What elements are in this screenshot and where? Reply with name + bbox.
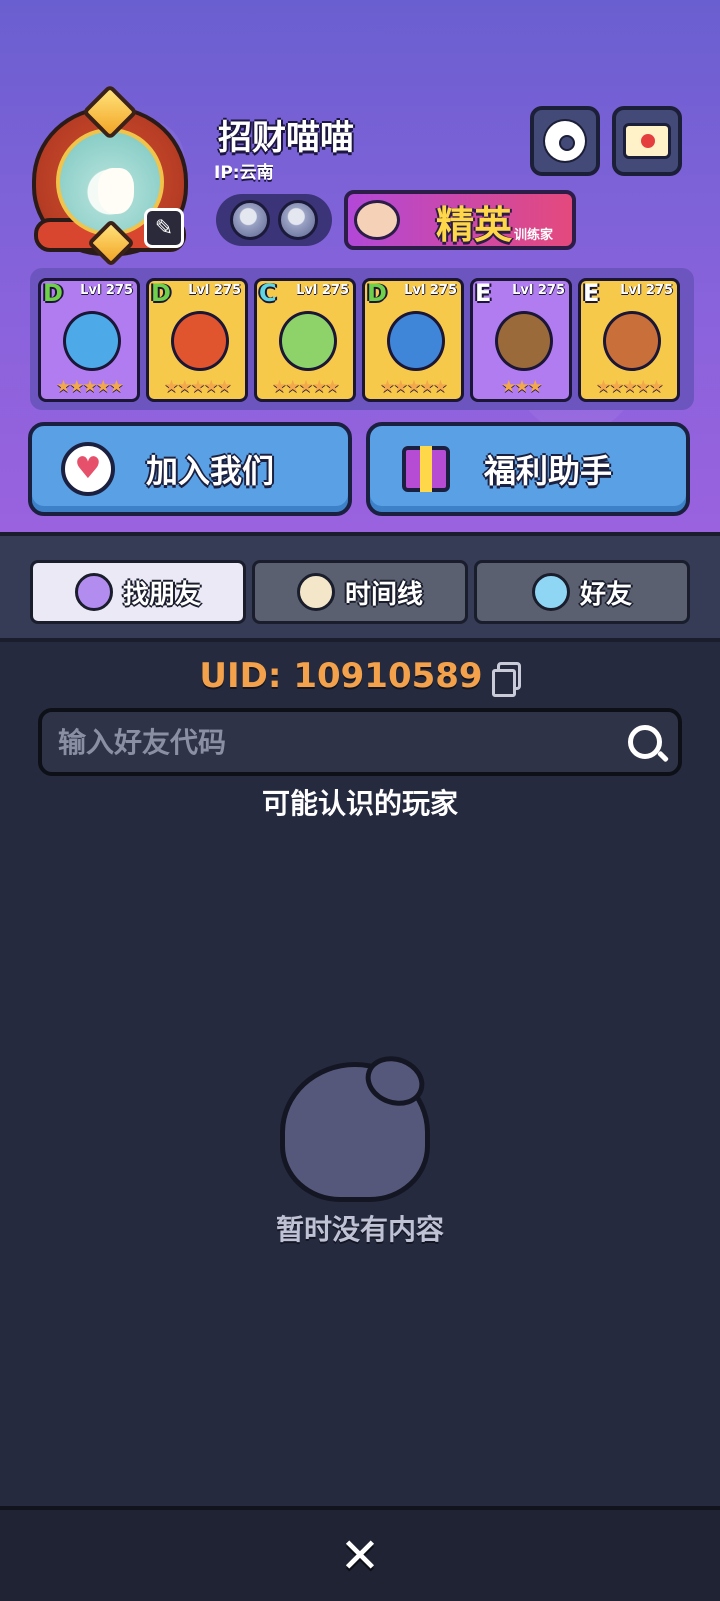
tab-label: 时间线 (344, 579, 423, 610)
pet-level: Lvl 275 (404, 283, 457, 298)
pet-stars: ★★★★★ (595, 377, 664, 397)
pet-level: Lvl 275 (80, 283, 133, 298)
mail-icon (623, 123, 671, 159)
pet-rank: D (151, 279, 171, 307)
pet-level: Lvl 275 (512, 283, 565, 298)
search-icon[interactable] (628, 725, 662, 759)
tab-find-friends[interactable]: 找朋友 (30, 560, 246, 624)
pet-level: Lvl 275 (296, 283, 349, 298)
pet-card[interactable]: C Lvl 275 ★★★★★ (254, 278, 356, 402)
player-ip: IP:云南 (214, 163, 274, 183)
pet-portrait (63, 311, 121, 371)
tab-bar: 找朋友 时间线 好友 (0, 532, 720, 642)
medal-icon (278, 200, 318, 240)
pet-level: Lvl 275 (620, 283, 673, 298)
mail-button[interactable] (612, 106, 682, 176)
pet-rank: E (475, 279, 492, 307)
pet-level: Lvl 275 (188, 283, 241, 298)
edit-icon[interactable]: ✎ (144, 208, 184, 248)
pet-stars: ★★★ (501, 377, 543, 397)
tab-label: 好友 (579, 579, 632, 610)
title-badge-sub: 训练家 (514, 228, 554, 243)
uid-text: UID: 10910589 (199, 656, 483, 696)
tab-label: 找朋友 (122, 579, 201, 610)
chat-bubble-icon (531, 573, 570, 611)
pet-card[interactable]: D Lvl 275 ★★★★★ (362, 278, 464, 402)
bottom-bar: ✕ (0, 1506, 720, 1601)
tab-friends[interactable]: 好友 (474, 560, 690, 624)
gift-icon (398, 441, 454, 497)
empty-ghost-icon (280, 1048, 432, 1202)
clock-icon (296, 573, 335, 611)
pet-portrait (495, 311, 553, 371)
avatar-creature (98, 168, 134, 214)
friend-code-search (38, 708, 682, 776)
avatar[interactable]: ✎ (28, 83, 192, 270)
pet-stars: ★★★★★ (379, 377, 448, 397)
pet-card[interactable]: E Lvl 275 ★★★★★ (578, 278, 680, 402)
pet-stars: ★★★★★ (163, 377, 232, 397)
medal-icon (230, 200, 270, 240)
pet-team: D Lvl 275 ★★★★★ D Lvl 275 ★★★★★ C Lvl 275 ★★★★★ D… (30, 268, 694, 410)
pet-card[interactable]: D Lvl 275 ★★★★★ (38, 278, 140, 402)
pet-portrait (387, 311, 445, 371)
find-friends-panel: UID: 10910589 可能认识的玩家 暂时没有内容 (0, 642, 720, 1506)
pet-stars: ★★★★★ (55, 377, 124, 397)
title-badge-main: 精英 (436, 203, 513, 247)
uid-row: UID: 10910589 (0, 654, 720, 698)
pet-rank: E (583, 279, 600, 307)
empty-state: 暂时没有内容 (260, 1042, 460, 1246)
pet-card[interactable]: E Lvl 275 ★★★ (470, 278, 572, 402)
title-badge[interactable]: 精英 训练家 (344, 190, 576, 250)
close-icon[interactable]: ✕ (336, 1532, 384, 1580)
gear-icon (545, 121, 585, 161)
pet-portrait (279, 311, 337, 371)
friend-code-input[interactable] (58, 725, 628, 759)
copy-icon[interactable] (491, 662, 521, 697)
heart-icon: ♥ (60, 441, 116, 497)
pet-card[interactable]: D Lvl 275 ★★★★★ (146, 278, 248, 402)
tab-timeline[interactable]: 时间线 (252, 560, 468, 624)
title-badge-character (354, 200, 400, 240)
profile-header: ✎ 招财喵喵 IP:云南 精英 训练家 D Lvl 275 ★★★★★ D Lvl 27… (0, 0, 720, 532)
join-us-label: 加入我们 (146, 452, 275, 490)
settings-button[interactable] (530, 106, 600, 176)
join-us-button[interactable]: ♥ 加入我们 (28, 422, 352, 516)
pet-stars: ★★★★★ (271, 377, 340, 397)
player-name: 招财喵喵 (218, 118, 354, 158)
pet-rank: D (367, 279, 387, 307)
welfare-label: 福利助手 (484, 452, 613, 490)
medal-badges[interactable] (216, 194, 332, 246)
pet-rank: D (43, 279, 63, 307)
magnifier-icon (74, 573, 113, 611)
section-title: 可能认识的玩家 (261, 787, 458, 820)
pet-rank: C (259, 279, 277, 307)
pet-portrait (603, 311, 661, 371)
welfare-button[interactable]: 福利助手 (366, 422, 690, 516)
empty-text: 暂时没有内容 (275, 1213, 444, 1246)
pet-portrait (171, 311, 229, 371)
